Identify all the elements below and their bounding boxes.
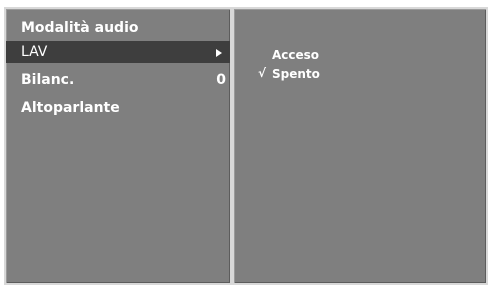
main-menu-panel: Modalità audio LAV Bilanc. 0 Altoparlant… [6, 9, 230, 283]
option-acceso[interactable]: Acceso [272, 47, 319, 63]
menu-item-label: LAV [21, 44, 48, 60]
osd-screen: Modalità audio LAV Bilanc. 0 Altoparlant… [4, 7, 488, 285]
option-label: Acceso [272, 48, 320, 62]
menu-item-label: Modalità audio [21, 20, 139, 36]
menu-item-balance[interactable]: Bilanc. 0 [6, 69, 230, 91]
menu-item-lav[interactable]: LAV [6, 41, 230, 63]
option-spento[interactable]: Spento [272, 66, 320, 82]
menu-item-label: Bilanc. [21, 72, 75, 88]
balance-value: 0 [216, 72, 226, 88]
menu-item-label: Altoparlante [21, 100, 120, 116]
arrow-right-icon [216, 49, 222, 57]
check-icon: √ [258, 66, 267, 80]
submenu-panel: Acceso √ Spento [234, 9, 486, 283]
menu-item-audio-mode[interactable]: Modalità audio [6, 17, 230, 39]
option-label: Spento [272, 67, 320, 81]
menu-item-speaker[interactable]: Altoparlante [6, 97, 230, 119]
